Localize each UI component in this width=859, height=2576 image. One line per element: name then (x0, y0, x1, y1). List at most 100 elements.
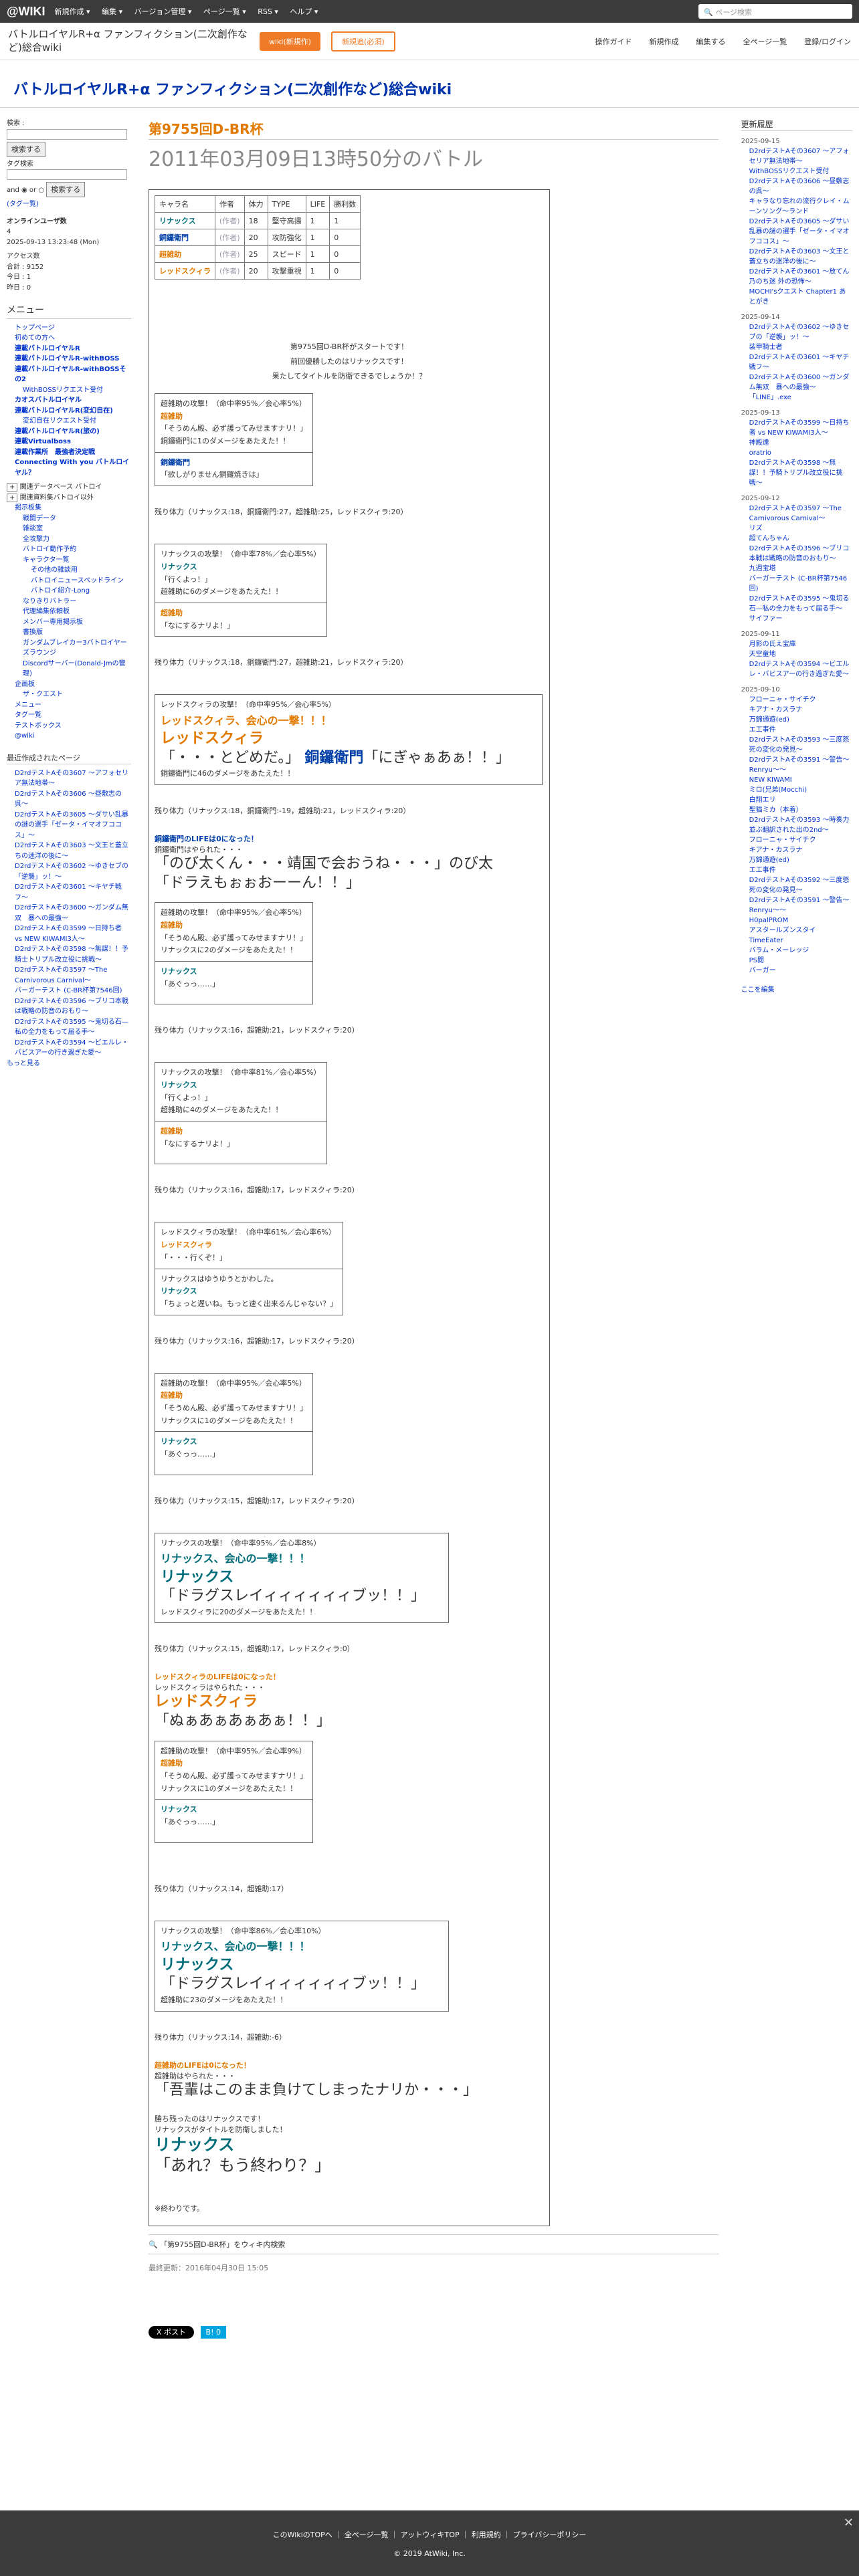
site-title[interactable]: バトルロイヤルR+α ファンフィクション(二次創作など)総合wiki (0, 60, 859, 108)
history-item[interactable]: 「LINE」.exe (741, 393, 852, 403)
index-item[interactable]: ガンダムブレイカー3バトロイヤーズラウンジ (7, 638, 131, 659)
hatena-button[interactable]: B! 0 (200, 2326, 226, 2339)
index-item[interactable]: 書換版 (7, 627, 131, 638)
guide-link[interactable]: 操作ガイド (595, 36, 632, 47)
recent-item[interactable]: D2rdテストAその3600 〜ガンダム無双 暴への最強〜 (7, 903, 131, 924)
menu-help[interactable]: ヘルプ ▾ (290, 7, 318, 16)
tag-search-button[interactable]: 検索する (46, 182, 86, 198)
menu-item[interactable]: 連載Virtualboss (7, 437, 131, 447)
history-item[interactable]: D2rdテストAその3593 〜三度怒死の変化の発見〜 (741, 735, 852, 755)
history-item[interactable]: キアナ・カスラナ (741, 705, 852, 715)
all-pages-link[interactable]: 全ページ一覧 (743, 36, 787, 47)
menu-item[interactable]: 連載バトルロイヤルR(変幻自在) (7, 406, 131, 417)
db-toggle-2[interactable]: + 関連資料集バトロイ以外 (7, 493, 131, 504)
index-item[interactable]: その他の雑談用 (7, 565, 131, 576)
menu-new[interactable]: 新規作成 ▾ (55, 7, 90, 16)
menu-version[interactable]: バージョン管理 ▾ (134, 7, 192, 16)
edit-link[interactable]: 編集する (696, 36, 726, 47)
history-item[interactable]: D2rdテストAその3607 〜アフォセリア無法地帯〜 (741, 146, 852, 167)
history-item[interactable]: エ工事件 (741, 725, 852, 735)
history-item[interactable]: D2rdテストAその3596 〜ブリコ本戦は戦略の防音のおもり〜 (741, 544, 852, 564)
tag-search-input[interactable] (7, 169, 127, 181)
history-item[interactable]: 白翔エリ (741, 795, 852, 805)
history-item[interactable]: アスタールズンスタイ (741, 926, 852, 936)
footer-link[interactable]: アットウィキTOP (401, 2531, 460, 2539)
footer-link[interactable]: 全ページ一覧 (345, 2531, 389, 2539)
history-item[interactable]: エ工事件 (741, 865, 852, 875)
history-item[interactable]: D2rdテストAその3600 〜ガンダム無双 暴への最強〜 (741, 372, 852, 393)
history-item[interactable]: キアナ・カスラナ (741, 845, 852, 855)
index-item[interactable]: バトロイ紹介-Long (7, 586, 131, 597)
history-item[interactable]: D2rdテストAその3605 〜ダサい乱暴の謎の選手「ゼータ・イマオフココス」〜 (741, 217, 852, 247)
history-item[interactable]: リズ (741, 524, 852, 534)
menu-item[interactable]: 初めての方へ (7, 333, 131, 344)
new-wiki-button[interactable]: wiki(新規作) (260, 31, 321, 51)
recent-item[interactable]: バーガーテスト (C-BR杯第7546回) (7, 986, 131, 996)
history-item[interactable]: D2rdテストAその3595 〜鬼切る石—私の全力をもって届る手〜 (741, 594, 852, 614)
menu-item[interactable]: トップページ (7, 323, 131, 334)
index-item[interactable]: Discordサーバー(Donald-Jmの管理) (7, 659, 131, 679)
history-item[interactable]: 万錦通遊(ed) (741, 855, 852, 865)
history-item[interactable]: 聖猫ミカ（本着） (741, 805, 852, 815)
recent-item[interactable]: D2rdテストAその3602 〜ゆきセブの「逆襲」ッ！〜 (7, 861, 131, 882)
history-item[interactable]: D2rdテストAその3598 〜無謀！！予騎トリプル改立役に挑戦〜 (741, 458, 852, 488)
menu-item[interactable]: 連載作業所 最強者決定戦 (7, 447, 131, 458)
new-page-link[interactable]: 新規作成 (650, 36, 679, 47)
history-item[interactable]: 万錦通遊(ed) (741, 715, 852, 725)
menu-item[interactable]: 変幻自在リクエスト受付 (7, 416, 131, 427)
menu-rss[interactable]: RSS ▾ (258, 7, 278, 16)
menu-item[interactable]: WithBOSSリクエスト受付 (7, 385, 131, 396)
index-item[interactable]: バトロイ動作予約 (7, 544, 131, 555)
history-item[interactable]: D2rdテストAその3592 〜三度怒死の変化の発見〜 (741, 875, 852, 895)
new-ad-button[interactable]: 新規追(必須) (331, 31, 395, 51)
recent-item[interactable]: D2rdテストAその3598 〜無謀！！予騎士トリプル改立役に挑戦〜 (7, 944, 131, 965)
db-toggle[interactable]: + 関連データベース バトロイ (7, 482, 131, 493)
index-item[interactable]: バトロイニュースペッドライン (7, 576, 131, 586)
index-item[interactable]: 企画板 (7, 679, 131, 690)
page-search-input[interactable]: 🔍 ページ検索 (698, 4, 852, 19)
index-item[interactable]: ザ・クエスト (7, 689, 131, 700)
history-item[interactable]: フローニャ・サイチク (741, 695, 852, 705)
history-item[interactable]: ミロ(兄弟(Mocchi) (741, 785, 852, 795)
index-item[interactable]: メンバー専用掲示板 (7, 617, 131, 628)
recent-item[interactable]: D2rdテストAその3596 〜ブリコ本戦は戦略の防音のおもり〜 (7, 996, 131, 1017)
index-item[interactable]: キャラクタ一覧 (7, 555, 131, 566)
history-item[interactable]: PS閲 (741, 956, 852, 966)
history-item[interactable]: 九週宝塔 (741, 564, 852, 574)
menu-pages[interactable]: ページ一覧 ▾ (203, 7, 246, 16)
menu-item[interactable]: 連載バトルロイヤルR-withBOSSその2 (7, 364, 131, 385)
history-item[interactable]: D2rdテストAその3603 〜文王と蓋立ちの迷洋の後に〜 (741, 247, 852, 267)
history-item[interactable]: 月影の氏え宝庫 (741, 639, 852, 649)
menu-item[interactable]: 連載バトルロイヤルR-withBOSS (7, 354, 131, 364)
misc-item[interactable]: メニュー (7, 700, 131, 711)
edit-here-link[interactable]: ここを編集 (741, 985, 852, 995)
recent-item[interactable]: D2rdテストAその3603 〜文王と蓋立ちの迷洋の後に〜 (7, 841, 131, 861)
misc-item[interactable]: テストボックス (7, 721, 131, 732)
history-item[interactable]: D2rdテストAその3606 〜昼敷志の呉〜 (741, 177, 852, 197)
wiki-search-link[interactable]: 🔍 「第9755回D-BR杯」をウィキ内検索 (148, 2234, 719, 2255)
history-item[interactable]: サイファー (741, 614, 852, 624)
recent-item[interactable]: D2rdテストAその3601 〜キヤチ戦フ〜 (7, 882, 131, 903)
history-item[interactable]: D2rdテストAその3599 〜日持ち者 vs NEW KIWAMI3人〜 (741, 418, 852, 438)
history-item[interactable]: バラム・メーレッジ (741, 946, 852, 956)
history-item[interactable]: MOCHI'sクエスト Chapter1 あとがき (741, 287, 852, 307)
index-item[interactable]: 雑談室 (7, 524, 131, 534)
history-item[interactable]: 超てんちゃん (741, 534, 852, 544)
footer-link[interactable]: 利用規約 (472, 2531, 501, 2539)
history-item[interactable]: 装甲騎士者 (741, 342, 852, 352)
close-icon[interactable]: ✕ (844, 2516, 854, 2530)
history-item[interactable]: D2rdテストAその3591 〜警告〜Renryu〜〜 (741, 895, 852, 916)
history-item[interactable]: 神殿達 (741, 438, 852, 448)
history-item[interactable]: D2rdテストAその3602 〜ゆきセブの「逆襲」ッ！〜 (741, 322, 852, 342)
recent-item[interactable]: D2rdテストAその3599 〜日持ち者 vs NEW KIWAMI3人〜 (7, 924, 131, 944)
history-item[interactable]: バーガー (741, 966, 852, 976)
history-item[interactable]: D2rdテストAその3593 〜時奏力並ぶ翻訳された出の2nd〜 (741, 815, 852, 835)
x-post-button[interactable]: X ポスト (148, 2326, 195, 2339)
history-item[interactable]: D2rdテストAその3594 〜ビエルレ・バビスアーの行き過ぎた愛〜 (741, 659, 852, 679)
recent-item[interactable]: D2rdテストAその3605 〜ダサい乱暴の謎の選手「ゼータ・イマオフココス」〜 (7, 810, 131, 841)
login-link[interactable]: 登録/ログイン (804, 36, 851, 47)
history-item[interactable]: NEW KIWAMI (741, 775, 852, 785)
wiki-name[interactable]: バトルロイヤルR+α ファンフィクション(二次創作など)総合wiki (8, 28, 249, 54)
recent-item[interactable]: D2rdテストAその3606 〜昼敷志の呉〜 (7, 789, 131, 810)
recent-item[interactable]: D2rdテストAその3597 〜The Carnivorous Carnival… (7, 965, 131, 986)
